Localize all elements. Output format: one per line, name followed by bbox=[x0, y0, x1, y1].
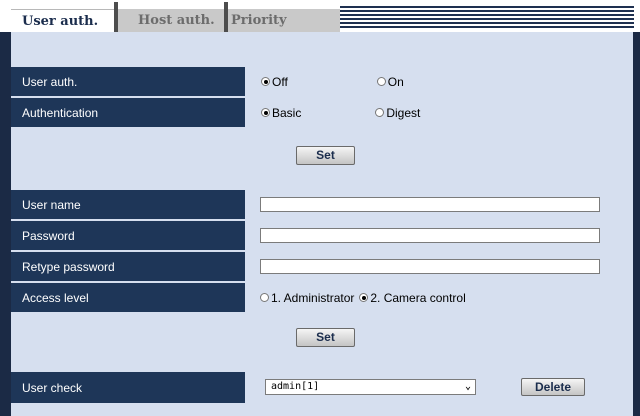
radio-selected-icon bbox=[359, 293, 369, 302]
access-camera-control-label: 2. Camera control bbox=[370, 290, 466, 305]
user-set-button[interactable]: Set bbox=[296, 328, 355, 347]
authentication-digest-label: Digest bbox=[386, 105, 421, 120]
user-auth-on-radio[interactable]: On bbox=[376, 74, 404, 89]
radio-unselected-icon bbox=[375, 108, 385, 117]
user-check-selected: admin[1] bbox=[271, 381, 320, 392]
authentication-basic-label: Basic bbox=[272, 105, 302, 120]
user-auth-off-radio[interactable]: Off bbox=[261, 75, 288, 89]
access-camera-control-radio[interactable]: 2. Camera control bbox=[359, 290, 466, 305]
access-administrator-label: 1. Administrator bbox=[271, 290, 355, 305]
tab-bar-stripes bbox=[340, 6, 634, 30]
retype-password-input[interactable] bbox=[260, 259, 600, 274]
access-administrator-radio[interactable]: 1. Administrator bbox=[260, 291, 354, 305]
delete-button[interactable]: Delete bbox=[521, 378, 585, 396]
radio-unselected-icon bbox=[376, 77, 386, 86]
retype-password-row: Retype password bbox=[11, 252, 625, 281]
access-level-label: Access level bbox=[11, 283, 245, 312]
authentication-options: Basic Digest bbox=[247, 98, 625, 127]
user-check-label: User check bbox=[11, 372, 245, 403]
tab-host-auth[interactable]: Host auth. bbox=[118, 9, 224, 32]
user-name-label: User name bbox=[11, 190, 245, 219]
radio-selected-icon bbox=[261, 108, 270, 117]
radio-unselected-icon bbox=[260, 293, 269, 302]
authentication-digest-radio[interactable]: Digest bbox=[375, 106, 420, 120]
tab-bar: User auth. Host auth. Priority stream bbox=[0, 0, 640, 51]
user-name-input[interactable] bbox=[260, 197, 600, 212]
password-input[interactable] bbox=[260, 228, 600, 243]
password-row: Password bbox=[11, 221, 625, 250]
user-auth-row: User auth. Off On bbox=[11, 67, 625, 96]
user-auth-options: Off On bbox=[247, 67, 625, 96]
authentication-basic-radio[interactable]: Basic bbox=[261, 106, 301, 120]
access-level-row: Access level 1. Administrator 2. Camera … bbox=[11, 283, 625, 312]
access-level-options: 1. Administrator 2. Camera control bbox=[247, 283, 625, 312]
user-check-select[interactable]: admin[1] ⌄ bbox=[265, 379, 476, 395]
authentication-row: Authentication Basic Digest bbox=[11, 98, 625, 127]
user-name-row: User name bbox=[11, 190, 625, 219]
password-label: Password bbox=[11, 221, 245, 250]
user-auth-label: User auth. bbox=[11, 67, 245, 96]
retype-password-cell bbox=[247, 252, 625, 281]
radio-selected-icon bbox=[261, 77, 270, 86]
tab-priority-stream[interactable]: Priority stream bbox=[228, 9, 340, 51]
auth-set-button[interactable]: Set bbox=[296, 146, 355, 165]
authentication-label: Authentication bbox=[11, 98, 245, 127]
retype-password-label: Retype password bbox=[11, 252, 245, 281]
user-name-cell bbox=[247, 190, 625, 219]
password-cell bbox=[247, 221, 625, 250]
tab-user-auth[interactable]: User auth. bbox=[11, 9, 114, 32]
chevron-down-icon: ⌄ bbox=[464, 381, 471, 392]
user-auth-off-label: Off bbox=[272, 74, 288, 89]
user-auth-on-label: On bbox=[387, 74, 404, 89]
